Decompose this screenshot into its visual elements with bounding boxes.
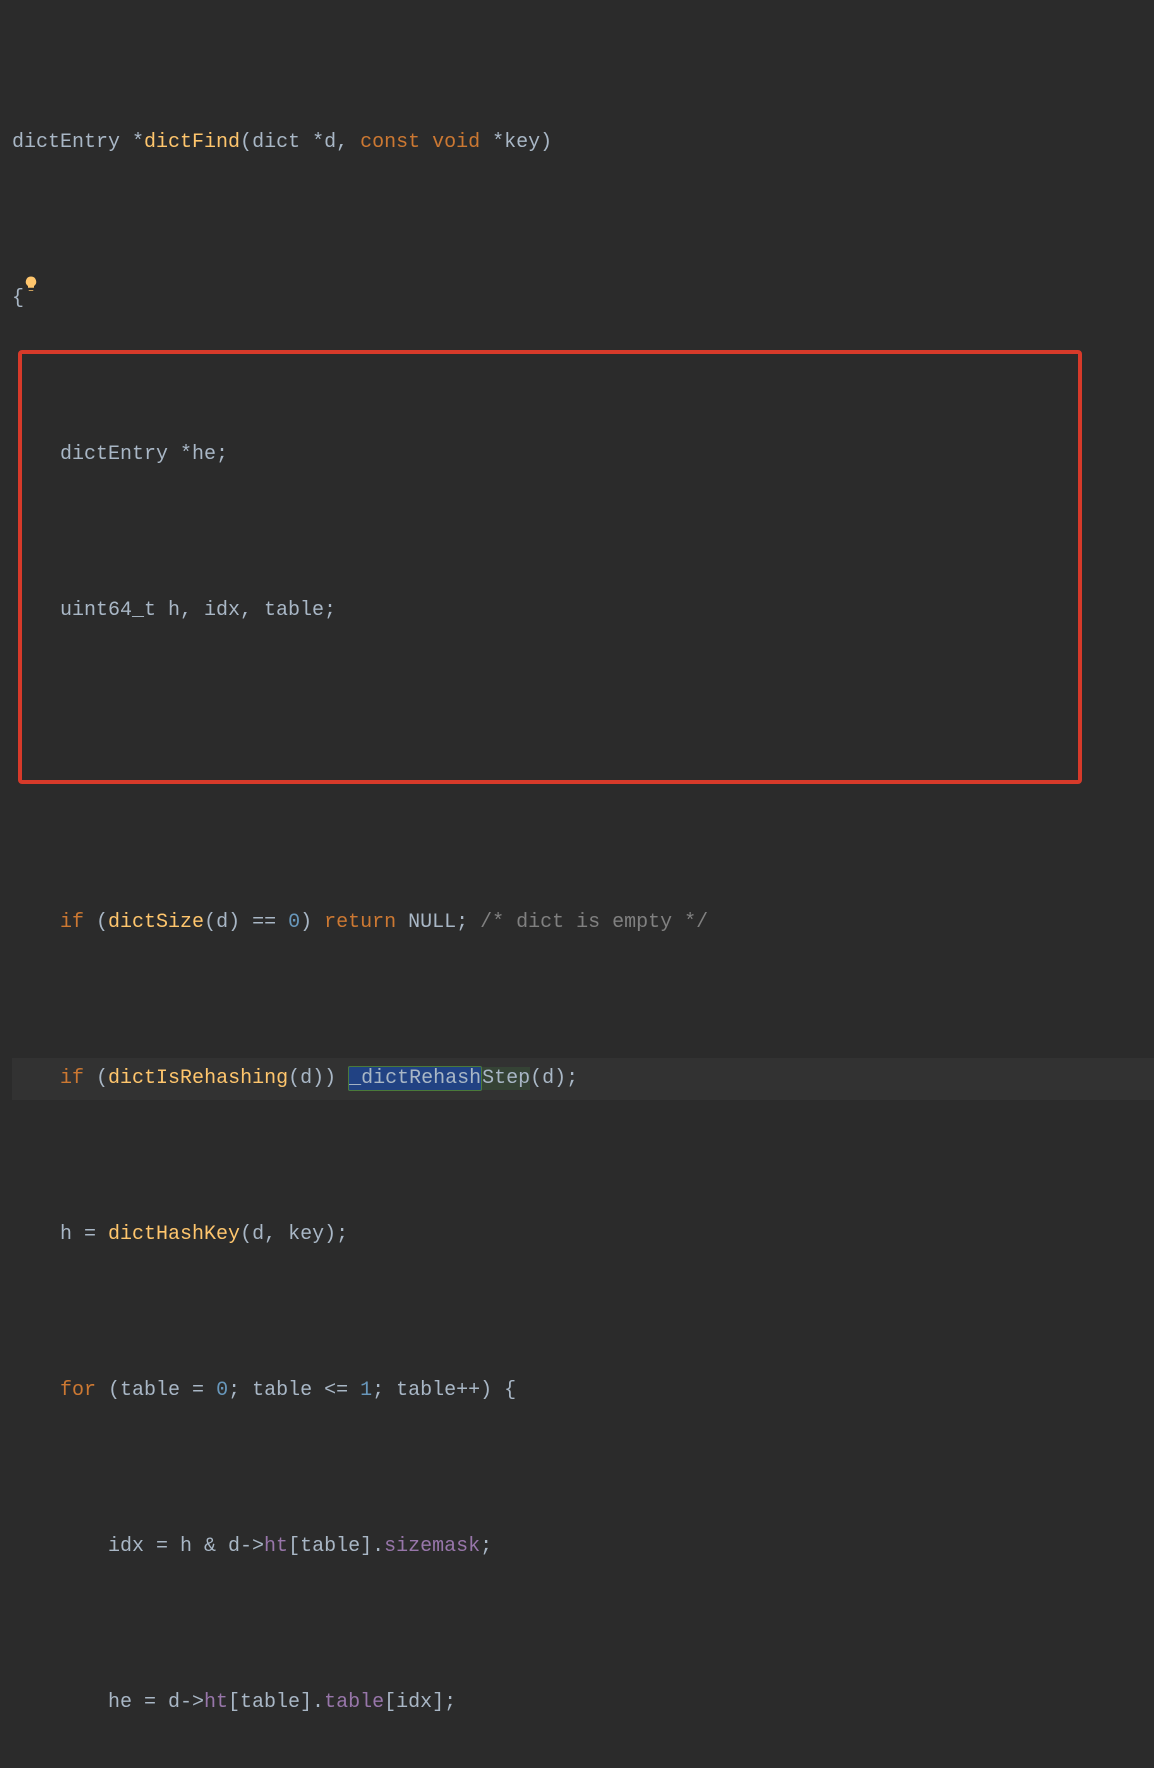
indent <box>12 1067 60 1090</box>
code-line[interactable]: dictEntry *dictFind(dict *d, const void … <box>12 122 1154 164</box>
token-function: dictHashKey <box>108 1223 240 1246</box>
editor-gutter <box>0 0 52 1768</box>
token-function: dictFind <box>144 131 240 154</box>
token-field: table <box>324 1691 384 1714</box>
token-ident: idx = h & d-> <box>108 1535 264 1558</box>
token-op: [table]. <box>228 1691 324 1714</box>
code-editor[interactable]: dictEntry *dictFind(dict *d, const void … <box>0 0 1154 1768</box>
token-paren: ) <box>300 911 324 934</box>
token-paren: (d)) <box>288 1067 348 1090</box>
token-paren: ; table++) { <box>372 1379 516 1402</box>
token-paren: (d, key); <box>240 1223 348 1246</box>
token-semi: [idx]; <box>384 1691 456 1714</box>
token-keyword: for <box>60 1379 96 1402</box>
indent <box>12 911 60 934</box>
token-comment: /* dict is empty */ <box>480 911 708 934</box>
code-line[interactable] <box>12 746 1154 788</box>
indent <box>12 1691 108 1714</box>
token-paren: ( <box>84 911 108 934</box>
code-line-highlighted[interactable]: if (dictIsRehashing(d)) _dictRehashStep(… <box>12 1058 1154 1100</box>
token-paren: ( <box>84 1067 108 1090</box>
selection-tail: Step <box>482 1067 530 1090</box>
code-line[interactable]: for (table = 0; table <= 1; table++) { <box>12 1370 1154 1412</box>
code-line[interactable]: dictEntry *he; <box>12 434 1154 476</box>
token-number: 1 <box>360 1379 372 1402</box>
token-paren: ( <box>240 131 252 154</box>
token-brace: { <box>12 287 24 310</box>
token-number: 0 <box>288 911 300 934</box>
token-ident: h = <box>60 1223 108 1246</box>
token-keyword: if <box>60 911 84 934</box>
token-field: ht <box>204 1691 228 1714</box>
token-ident: he = d-> <box>108 1691 204 1714</box>
token-op: (d) == <box>204 911 288 934</box>
token-op: ; table <= <box>228 1379 360 1402</box>
code-content[interactable]: dictEntry *dictFind(dict *d, const void … <box>12 8 1154 1768</box>
indent <box>12 599 60 622</box>
token-keyword: return <box>324 911 396 934</box>
token-ident: *key) <box>480 131 552 154</box>
token-keyword: if <box>60 1067 84 1090</box>
indent <box>12 443 60 466</box>
code-line[interactable]: he = d->ht[table].table[idx]; <box>12 1682 1154 1724</box>
token-paren: (table = <box>96 1379 216 1402</box>
token-function: dictIsRehashing <box>108 1067 288 1090</box>
token-number: 0 <box>216 1379 228 1402</box>
token-field: ht <box>264 1535 288 1558</box>
code-line[interactable]: if (dictSize(d) == 0) return NULL; /* di… <box>12 902 1154 944</box>
token-semi: ; <box>480 1535 492 1558</box>
token-op: [table]. <box>288 1535 384 1558</box>
token-function: dictSize <box>108 911 204 934</box>
token-ident: dict *d, <box>252 131 360 154</box>
token-type: dictEntry * <box>12 131 144 154</box>
code-line[interactable]: uint64_t h, idx, table; <box>12 590 1154 632</box>
token-field: sizemask <box>384 1535 480 1558</box>
indent <box>12 1223 60 1246</box>
token-ident: uint64_t h, idx, table; <box>60 599 336 622</box>
indent <box>12 1379 60 1402</box>
code-line[interactable]: { <box>12 278 1154 320</box>
code-line[interactable]: h = dictHashKey(d, key); <box>12 1214 1154 1256</box>
code-line[interactable]: idx = h & d->ht[table].sizemask; <box>12 1526 1154 1568</box>
token-ident: dictEntry *he; <box>60 443 228 466</box>
token-keyword: const void <box>360 131 480 154</box>
selection[interactable]: _dictRehash <box>348 1066 482 1091</box>
indent <box>12 1535 108 1558</box>
token-ident: NULL; <box>396 911 480 934</box>
token-paren: (d); <box>530 1067 578 1090</box>
